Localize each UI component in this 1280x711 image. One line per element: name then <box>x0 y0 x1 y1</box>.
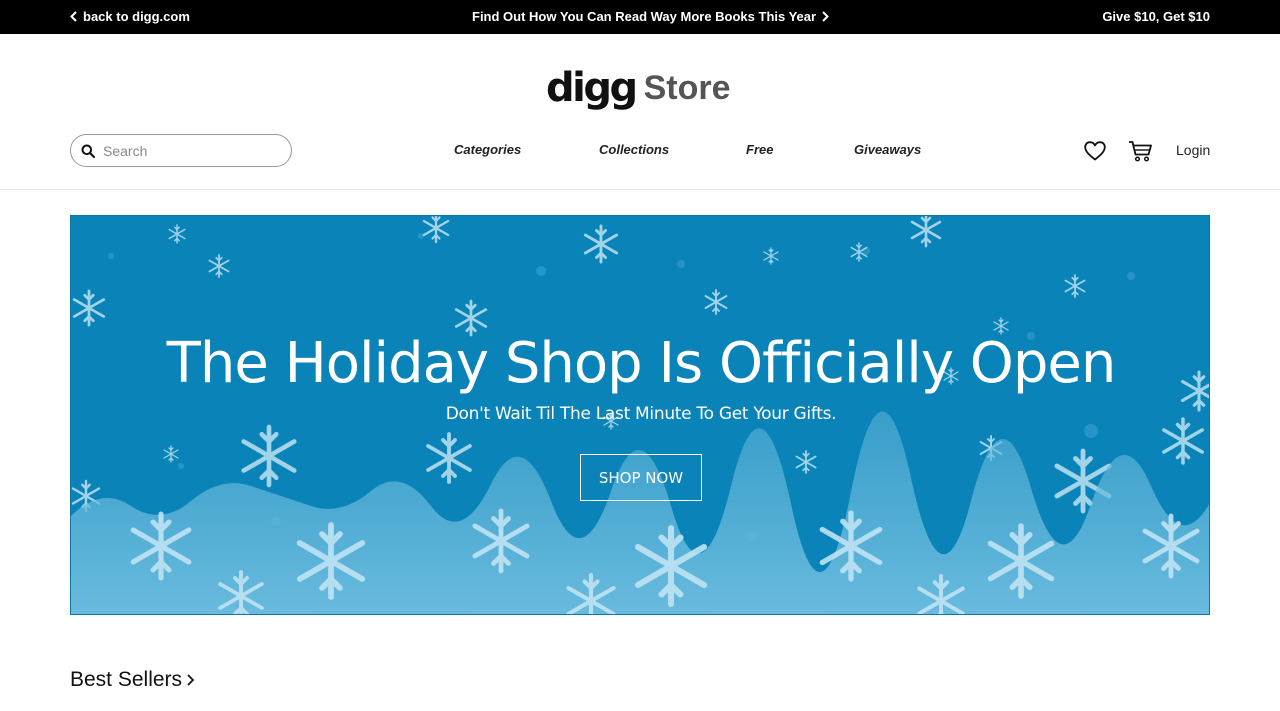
nav-giveaways[interactable]: Giveaways <box>854 142 921 157</box>
back-to-digg-label: back to digg.com <box>83 9 190 24</box>
login-link[interactable]: Login <box>1176 142 1210 158</box>
holiday-hero-banner[interactable]: The Holiday Shop Is Officially Open Don'… <box>70 215 1210 615</box>
referral-link[interactable]: Give $10, Get $10 <box>1102 9 1210 24</box>
hero-title: The Holiday Shop Is Officially Open <box>166 331 1117 396</box>
digg-store-logo[interactable]: digg Store <box>546 64 731 108</box>
best-sellers-heading-link[interactable]: Best Sellers <box>70 668 195 692</box>
logo-brand-text: digg <box>546 65 638 111</box>
chevron-right-icon <box>822 11 829 22</box>
back-to-digg-link[interactable]: back to digg.com <box>70 9 190 24</box>
books-promo-label: Find Out How You Can Read Way More Books… <box>472 9 817 24</box>
hero-subtitle: Don't Wait Til The Last Minute To Get Yo… <box>445 404 837 424</box>
chevron-right-icon <box>187 674 195 686</box>
shop-now-button[interactable]: SHOP NOW <box>580 454 702 501</box>
header-divider <box>0 189 1280 190</box>
heart-icon[interactable] <box>1084 141 1106 161</box>
nav-categories[interactable]: Categories <box>454 142 521 157</box>
books-promo-link[interactable]: Find Out How You Can Read Way More Books… <box>472 9 829 24</box>
top-announcement-bar: back to digg.com Find Out How You Can Re… <box>0 0 1280 34</box>
referral-label: Give $10, Get $10 <box>1102 9 1210 24</box>
nav-free[interactable]: Free <box>746 142 773 157</box>
best-sellers-label: Best Sellers <box>70 668 183 691</box>
chevron-left-icon <box>70 11 77 22</box>
cart-icon[interactable] <box>1128 140 1153 162</box>
logo-store-text: Store <box>643 69 731 107</box>
nav-collections[interactable]: Collections <box>599 142 669 157</box>
